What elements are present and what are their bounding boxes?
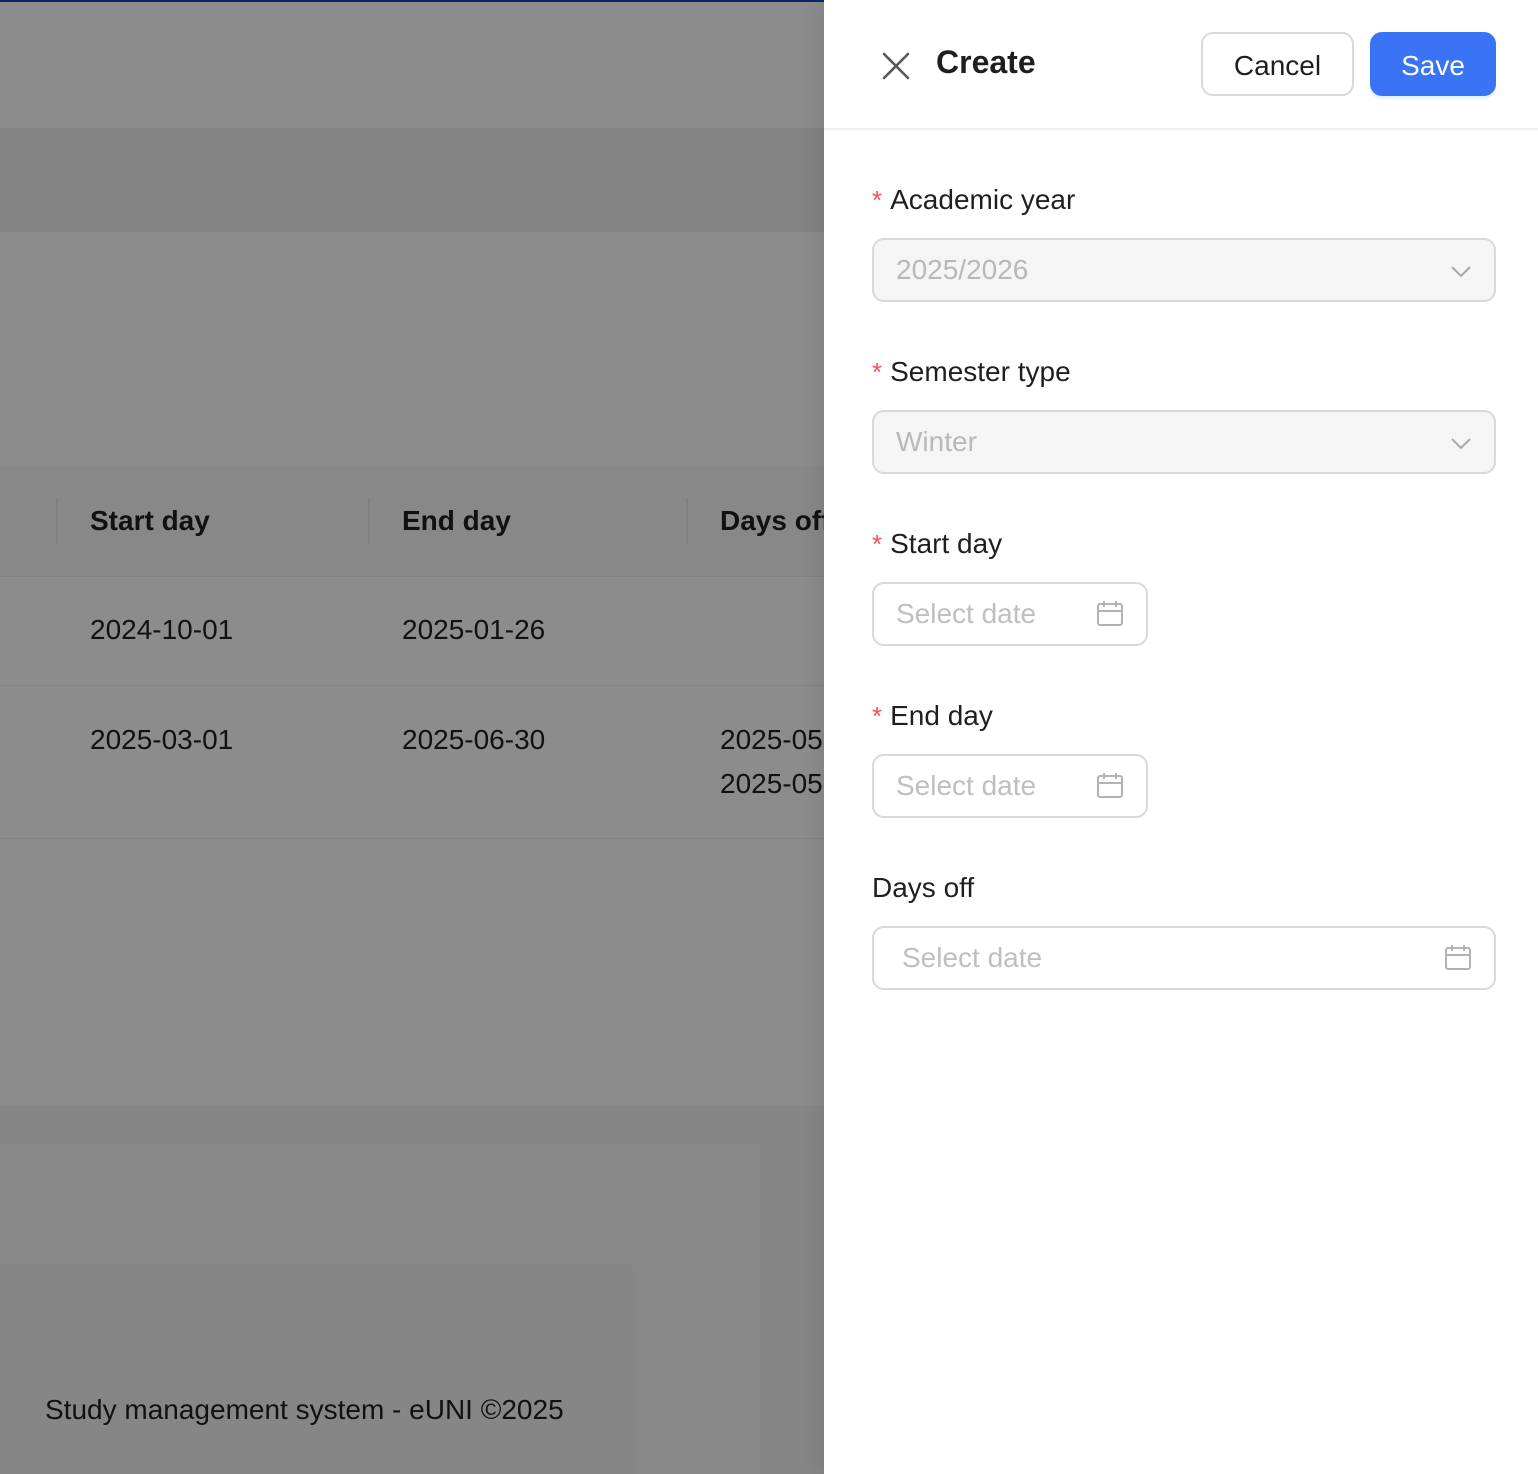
days-off-label: Days off	[872, 872, 974, 904]
days-off-label-text: Days off	[872, 872, 975, 903]
drawer-title: Create	[936, 44, 1036, 80]
drawer-overlay-mask[interactable]	[0, 0, 824, 1474]
days-off-datepicker[interactable]: Select date	[872, 926, 1496, 990]
academic-year-value: 2025/2026	[896, 254, 1029, 285]
save-button[interactable]: Save	[1370, 32, 1496, 96]
calendar-icon	[1097, 773, 1123, 798]
required-mark: *	[872, 529, 883, 559]
required-mark: *	[872, 701, 883, 731]
start-day-placeholder: Select date	[896, 598, 1037, 629]
academic-year-label-text: Academic year	[890, 184, 1076, 215]
academic-year-select[interactable]: 2025/2026	[872, 238, 1496, 302]
semester-type-value: Winter	[896, 426, 977, 457]
days-off-placeholder: Select date	[902, 942, 1043, 973]
end-day-datepicker[interactable]: Select date	[872, 754, 1148, 818]
end-day-placeholder: Select date	[896, 770, 1037, 801]
start-day-label-text: Start day	[890, 528, 1003, 559]
start-day-label: * Start day	[872, 528, 1002, 560]
semester-type-select[interactable]: Winter	[872, 410, 1496, 474]
cancel-button[interactable]: Cancel	[1201, 32, 1354, 96]
calendar-icon	[1445, 945, 1471, 970]
chevron-down-icon	[1451, 438, 1471, 450]
close-icon[interactable]	[878, 48, 914, 84]
drawer-header: Create Cancel Save	[824, 0, 1538, 130]
required-mark: *	[872, 357, 883, 387]
end-day-label-text: End day	[890, 700, 993, 731]
start-day-datepicker[interactable]: Select date	[872, 582, 1148, 646]
end-day-label: * End day	[872, 700, 993, 732]
calendar-icon	[1097, 601, 1123, 626]
academic-year-label: * Academic year	[872, 184, 1075, 216]
semester-type-label-text: Semester type	[890, 356, 1071, 387]
semester-type-label: * Semester type	[872, 356, 1071, 388]
required-mark: *	[872, 185, 883, 215]
create-drawer: Create Cancel Save * Academic year 2025/2…	[824, 0, 1538, 1474]
chevron-down-icon	[1451, 266, 1471, 278]
